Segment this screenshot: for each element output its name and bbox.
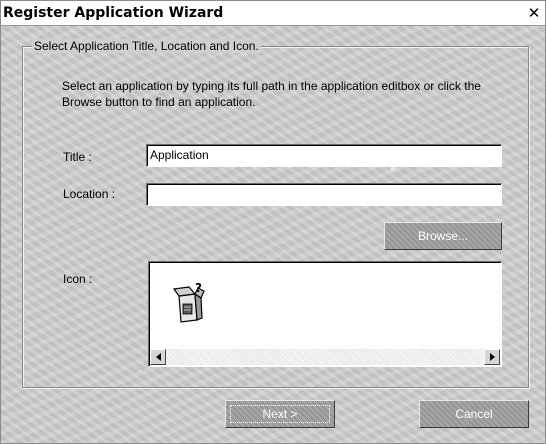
title-bar[interactable]: Register Application Wizard ✕	[1, 1, 545, 26]
browse-button-label: Browse...	[417, 229, 468, 243]
title-field[interactable]: Application	[146, 144, 502, 167]
application-package-icon[interactable]: ?	[171, 282, 207, 324]
instructions-text: Select an application by typing its full…	[62, 79, 481, 109]
close-button[interactable]: ✕	[525, 5, 543, 21]
horizontal-scrollbar[interactable]	[150, 349, 500, 365]
cancel-button[interactable]: Cancel	[419, 400, 529, 428]
icon-label: Icon :	[63, 272, 93, 286]
wizard-window: Register Application Wizard ✕ Select App…	[0, 0, 546, 444]
next-button-label: Next >	[262, 407, 298, 421]
scroll-right-arrow-icon[interactable]	[484, 349, 500, 365]
svg-text:?: ?	[195, 282, 202, 295]
scroll-left-arrow-icon[interactable]	[150, 349, 166, 365]
icon-list[interactable]: ?	[148, 261, 502, 367]
location-field[interactable]	[146, 183, 502, 206]
title-label: Title :	[63, 150, 92, 164]
window-title: Register Application Wizard	[3, 5, 224, 21]
browse-button[interactable]: Browse...	[384, 222, 502, 250]
group-legend: Select Application Title, Location and I…	[32, 39, 261, 53]
location-label: Location :	[63, 187, 116, 201]
next-button[interactable]: Next >	[225, 400, 335, 428]
cancel-button-label: Cancel	[455, 407, 493, 421]
